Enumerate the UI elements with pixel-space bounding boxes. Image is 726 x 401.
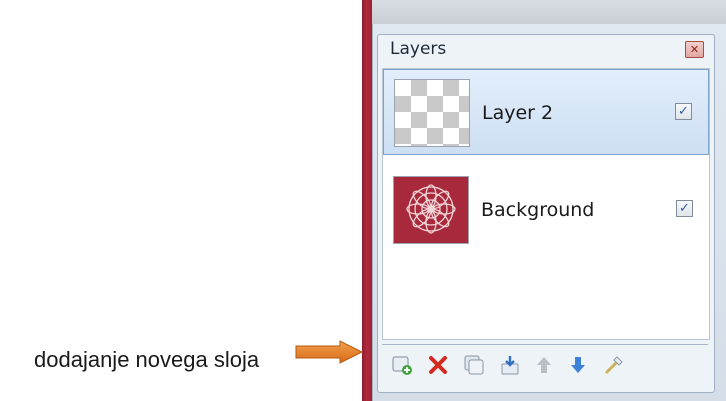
layers-panel-body: Layers ✕ Layer 2 ✓ Background ✓ xyxy=(377,34,715,393)
delete-layer-icon xyxy=(429,356,447,374)
add-layer-icon xyxy=(392,356,412,375)
annotation-arrow-icon xyxy=(295,340,364,364)
move-layer-down-button[interactable] xyxy=(566,353,590,377)
checkmark-icon: ✓ xyxy=(679,201,690,216)
layer-name: Layer 2 xyxy=(482,102,554,124)
move-layer-down-icon xyxy=(571,357,585,373)
move-layer-up-button[interactable] xyxy=(532,353,556,377)
layers-panel: Layers ✕ Layer 2 ✓ Background ✓ xyxy=(372,24,726,401)
close-icon: ✕ xyxy=(689,43,700,56)
layer-properties-button[interactable] xyxy=(602,353,626,377)
window-top-bar xyxy=(372,0,726,25)
layer-row-layer-2[interactable]: Layer 2 ✓ xyxy=(383,69,709,155)
duplicate-layer-button[interactable] xyxy=(462,353,486,377)
layers-list: Layer 2 ✓ Background ✓ xyxy=(382,68,710,340)
duplicate-layer-icon xyxy=(464,355,484,375)
visibility-checkbox[interactable]: ✓ xyxy=(675,103,692,120)
move-layer-up-icon xyxy=(537,357,551,373)
layer-name: Background xyxy=(481,199,595,221)
layer-thumbnail xyxy=(394,79,470,147)
layer-properties-icon xyxy=(605,356,623,374)
layer-thumbnail xyxy=(393,176,469,244)
delete-layer-button[interactable] xyxy=(426,353,450,377)
mandala-image xyxy=(394,177,468,243)
layer-row-background[interactable]: Background ✓ xyxy=(383,167,709,253)
merge-layer-down-icon xyxy=(501,356,519,375)
annotation-caption: dodajanje novega sloja xyxy=(34,347,260,372)
checkmark-icon: ✓ xyxy=(678,104,689,119)
layers-toolbar xyxy=(382,344,708,385)
merge-layer-down-button[interactable] xyxy=(498,353,522,377)
visibility-checkbox[interactable]: ✓ xyxy=(676,200,693,217)
panel-title: Layers xyxy=(390,39,447,59)
close-button[interactable]: ✕ xyxy=(685,41,704,58)
add-layer-button[interactable] xyxy=(390,353,414,377)
